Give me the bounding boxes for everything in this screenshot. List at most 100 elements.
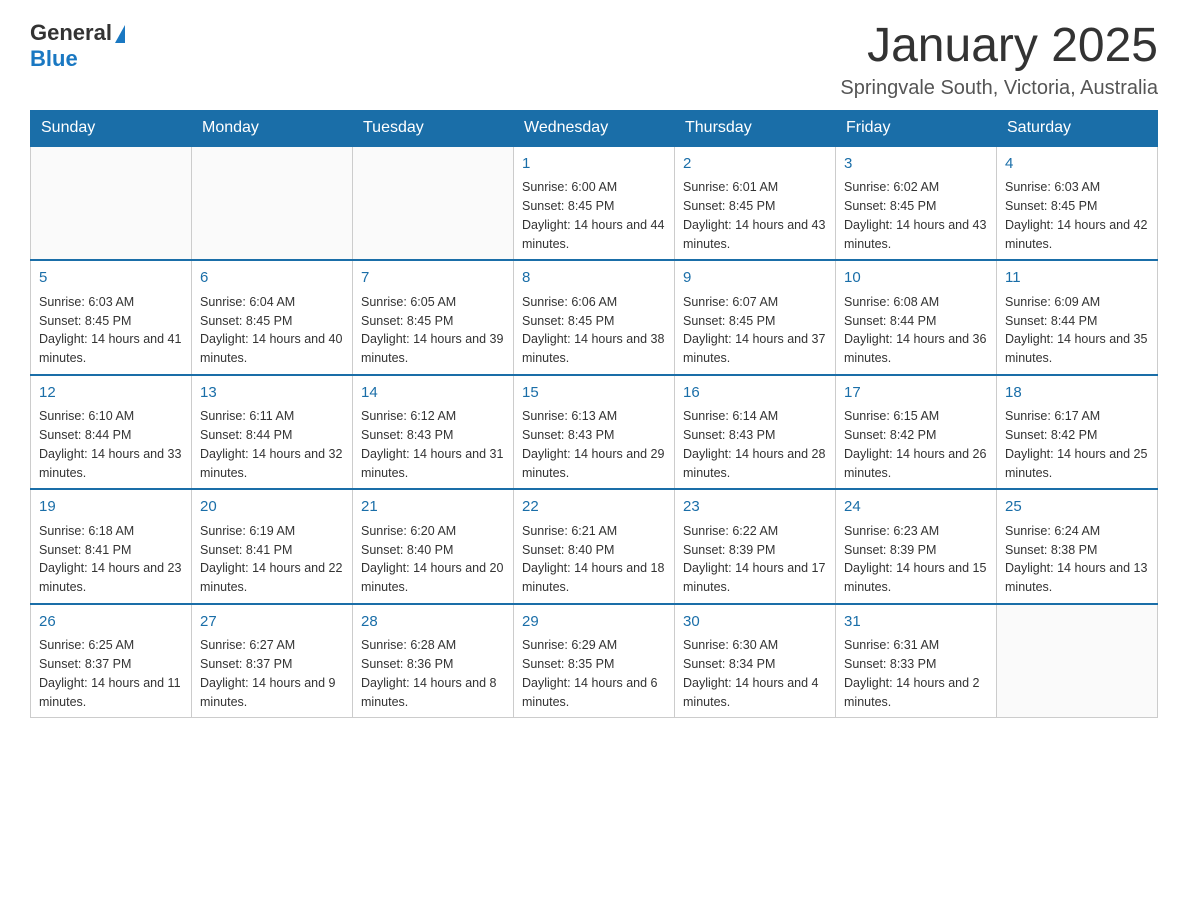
- day-number: 16: [683, 382, 827, 405]
- day-info: Sunrise: 6:07 AMSunset: 8:45 PMDaylight:…: [683, 293, 827, 368]
- day-number: 12: [39, 382, 183, 405]
- day-number: 3: [844, 153, 988, 176]
- day-number: 19: [39, 496, 183, 519]
- calendar-cell: 16Sunrise: 6:14 AMSunset: 8:43 PMDayligh…: [675, 375, 836, 490]
- calendar-cell: 14Sunrise: 6:12 AMSunset: 8:43 PMDayligh…: [353, 375, 514, 490]
- day-info: Sunrise: 6:19 AMSunset: 8:41 PMDaylight:…: [200, 522, 344, 597]
- logo-general-text: General: [30, 20, 112, 46]
- day-of-week-header: Sunday: [31, 110, 192, 146]
- calendar-cell: 27Sunrise: 6:27 AMSunset: 8:37 PMDayligh…: [192, 604, 353, 718]
- day-info: Sunrise: 6:02 AMSunset: 8:45 PMDaylight:…: [844, 178, 988, 253]
- day-number: 11: [1005, 267, 1149, 290]
- calendar-header: SundayMondayTuesdayWednesdayThursdayFrid…: [31, 110, 1158, 146]
- calendar-week-row: 26Sunrise: 6:25 AMSunset: 8:37 PMDayligh…: [31, 604, 1158, 718]
- calendar-cell: [192, 146, 353, 261]
- calendar-cell: 13Sunrise: 6:11 AMSunset: 8:44 PMDayligh…: [192, 375, 353, 490]
- calendar-cell: 12Sunrise: 6:10 AMSunset: 8:44 PMDayligh…: [31, 375, 192, 490]
- day-info: Sunrise: 6:09 AMSunset: 8:44 PMDaylight:…: [1005, 293, 1149, 368]
- day-info: Sunrise: 6:04 AMSunset: 8:45 PMDaylight:…: [200, 293, 344, 368]
- calendar-cell: 6 Sunrise: 6:04 AMSunset: 8:45 PMDaylight…: [192, 260, 353, 375]
- day-info: Sunrise: 6:15 AMSunset: 8:42 PMDaylight:…: [844, 407, 988, 482]
- calendar-cell: 18Sunrise: 6:17 AMSunset: 8:42 PMDayligh…: [997, 375, 1158, 490]
- day-number: 18: [1005, 382, 1149, 405]
- calendar-table: SundayMondayTuesdayWednesdayThursdayFrid…: [30, 110, 1158, 719]
- calendar-cell: 17Sunrise: 6:15 AMSunset: 8:42 PMDayligh…: [836, 375, 997, 490]
- day-of-week-header: Tuesday: [353, 110, 514, 146]
- day-number: 17: [844, 382, 988, 405]
- calendar-body: 1Sunrise: 6:00 AMSunset: 8:45 PMDaylight…: [31, 146, 1158, 718]
- day-number: 30: [683, 611, 827, 634]
- day-info: Sunrise: 6:30 AMSunset: 8:34 PMDaylight:…: [683, 636, 827, 711]
- calendar-cell: 3Sunrise: 6:02 AMSunset: 8:45 PMDaylight…: [836, 146, 997, 261]
- calendar-cell: 7 Sunrise: 6:05 AMSunset: 8:45 PMDaylight…: [353, 260, 514, 375]
- calendar-cell: [31, 146, 192, 261]
- logo-blue-text: Blue: [30, 46, 78, 72]
- day-info: Sunrise: 6:06 AMSunset: 8:45 PMDaylight:…: [522, 293, 666, 368]
- calendar-cell: 10Sunrise: 6:08 AMSunset: 8:44 PMDayligh…: [836, 260, 997, 375]
- day-info: Sunrise: 6:24 AMSunset: 8:38 PMDaylight:…: [1005, 522, 1149, 597]
- day-info: Sunrise: 6:25 AMSunset: 8:37 PMDaylight:…: [39, 636, 183, 711]
- day-info: Sunrise: 6:03 AMSunset: 8:45 PMDaylight:…: [1005, 178, 1149, 253]
- day-number: 14: [361, 382, 505, 405]
- day-number: 15: [522, 382, 666, 405]
- day-number: 29: [522, 611, 666, 634]
- calendar-cell: 31Sunrise: 6:31 AMSunset: 8:33 PMDayligh…: [836, 604, 997, 718]
- day-number: 6: [200, 267, 344, 290]
- days-of-week-row: SundayMondayTuesdayWednesdayThursdayFrid…: [31, 110, 1158, 146]
- day-info: Sunrise: 6:12 AMSunset: 8:43 PMDaylight:…: [361, 407, 505, 482]
- day-info: Sunrise: 6:00 AMSunset: 8:45 PMDaylight:…: [522, 178, 666, 253]
- day-info: Sunrise: 6:22 AMSunset: 8:39 PMDaylight:…: [683, 522, 827, 597]
- calendar-cell: 15Sunrise: 6:13 AMSunset: 8:43 PMDayligh…: [514, 375, 675, 490]
- calendar-cell: 8Sunrise: 6:06 AMSunset: 8:45 PMDaylight…: [514, 260, 675, 375]
- calendar-cell: 4Sunrise: 6:03 AMSunset: 8:45 PMDaylight…: [997, 146, 1158, 261]
- day-number: 28: [361, 611, 505, 634]
- calendar-cell: 25 Sunrise: 6:24 AMSunset: 8:38 PMDayligh…: [997, 489, 1158, 604]
- day-info: Sunrise: 6:29 AMSunset: 8:35 PMDaylight:…: [522, 636, 666, 711]
- day-number: 7: [361, 267, 505, 290]
- calendar-cell: 22 Sunrise: 6:21 AMSunset: 8:40 PMDayligh…: [514, 489, 675, 604]
- day-number: 13: [200, 382, 344, 405]
- day-number: 20: [200, 496, 344, 519]
- calendar-week-row: 1Sunrise: 6:00 AMSunset: 8:45 PMDaylight…: [31, 146, 1158, 261]
- day-info: Sunrise: 6:21 AMSunset: 8:40 PMDaylight:…: [522, 522, 666, 597]
- day-number: 27: [200, 611, 344, 634]
- calendar-cell: 19 Sunrise: 6:18 AMSunset: 8:41 PMDayligh…: [31, 489, 192, 604]
- day-info: Sunrise: 6:05 AMSunset: 8:45 PMDaylight:…: [361, 293, 505, 368]
- day-number: 22: [522, 496, 666, 519]
- logo-triangle-icon: [115, 25, 125, 43]
- day-info: Sunrise: 6:17 AMSunset: 8:42 PMDaylight:…: [1005, 407, 1149, 482]
- calendar-cell: 2Sunrise: 6:01 AMSunset: 8:45 PMDaylight…: [675, 146, 836, 261]
- subtitle: Springvale South, Victoria, Australia: [840, 77, 1158, 100]
- day-info: Sunrise: 6:11 AMSunset: 8:44 PMDaylight:…: [200, 407, 344, 482]
- day-of-week-header: Wednesday: [514, 110, 675, 146]
- calendar-cell: 11 Sunrise: 6:09 AMSunset: 8:44 PMDayligh…: [997, 260, 1158, 375]
- day-number: 4: [1005, 153, 1149, 176]
- logo: General Blue: [30, 20, 125, 72]
- main-title: January 2025: [840, 20, 1158, 73]
- day-info: Sunrise: 6:27 AMSunset: 8:37 PMDaylight:…: [200, 636, 344, 711]
- calendar-cell: 1Sunrise: 6:00 AMSunset: 8:45 PMDaylight…: [514, 146, 675, 261]
- calendar-cell: 21Sunrise: 6:20 AMSunset: 8:40 PMDayligh…: [353, 489, 514, 604]
- calendar-cell: 24 Sunrise: 6:23 AMSunset: 8:39 PMDayligh…: [836, 489, 997, 604]
- day-number: 21: [361, 496, 505, 519]
- day-of-week-header: Thursday: [675, 110, 836, 146]
- day-info: Sunrise: 6:08 AMSunset: 8:44 PMDaylight:…: [844, 293, 988, 368]
- calendar-cell: 29Sunrise: 6:29 AMSunset: 8:35 PMDayligh…: [514, 604, 675, 718]
- calendar-cell: 9Sunrise: 6:07 AMSunset: 8:45 PMDaylight…: [675, 260, 836, 375]
- day-of-week-header: Friday: [836, 110, 997, 146]
- calendar-cell: [997, 604, 1158, 718]
- calendar-cell: [353, 146, 514, 261]
- day-info: Sunrise: 6:18 AMSunset: 8:41 PMDaylight:…: [39, 522, 183, 597]
- day-number: 5: [39, 267, 183, 290]
- day-of-week-header: Monday: [192, 110, 353, 146]
- title-section: January 2025 Springvale South, Victoria,…: [840, 20, 1158, 100]
- calendar-cell: 26Sunrise: 6:25 AMSunset: 8:37 PMDayligh…: [31, 604, 192, 718]
- calendar-week-row: 5Sunrise: 6:03 AMSunset: 8:45 PMDaylight…: [31, 260, 1158, 375]
- calendar-cell: 5Sunrise: 6:03 AMSunset: 8:45 PMDaylight…: [31, 260, 192, 375]
- day-info: Sunrise: 6:01 AMSunset: 8:45 PMDaylight:…: [683, 178, 827, 253]
- day-info: Sunrise: 6:31 AMSunset: 8:33 PMDaylight:…: [844, 636, 988, 711]
- day-info: Sunrise: 6:10 AMSunset: 8:44 PMDaylight:…: [39, 407, 183, 482]
- day-number: 25: [1005, 496, 1149, 519]
- day-info: Sunrise: 6:23 AMSunset: 8:39 PMDaylight:…: [844, 522, 988, 597]
- day-number: 24: [844, 496, 988, 519]
